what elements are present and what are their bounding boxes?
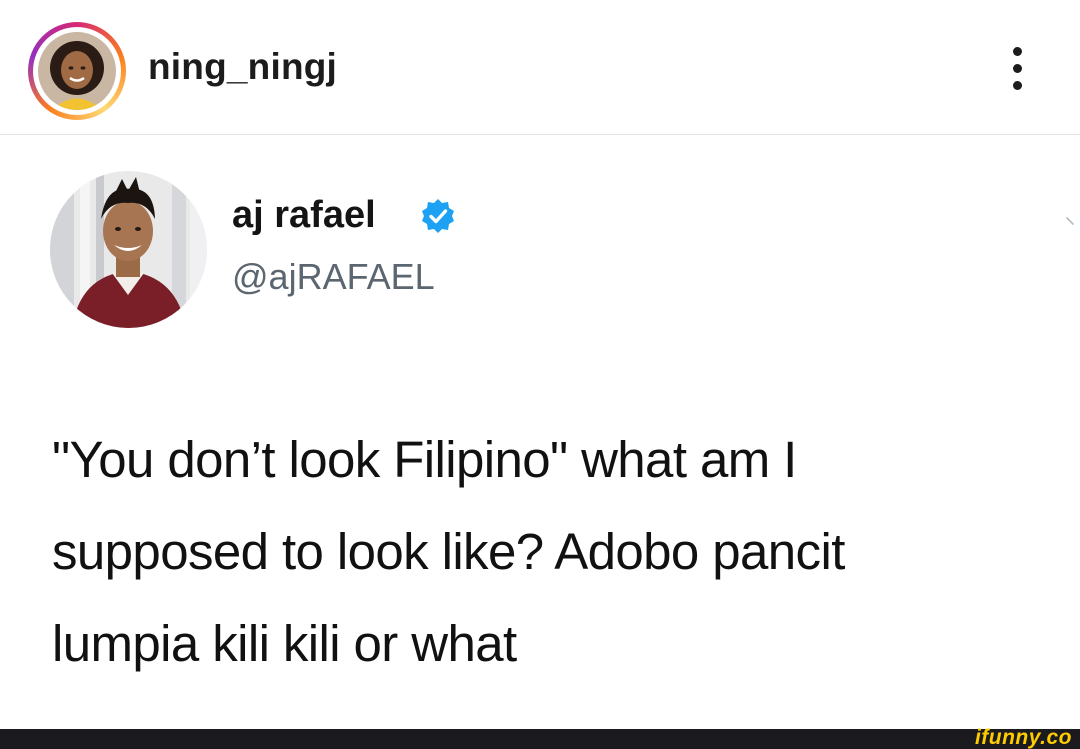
post-username[interactable]: ning_ningj: [148, 46, 337, 88]
more-vertical-icon[interactable]: [1004, 47, 1030, 95]
watermark-bar: ifunny.co: [0, 726, 1080, 749]
tweet-author-avatar: [50, 171, 207, 328]
instagram-post-header: ning_ningj: [0, 0, 1080, 135]
chevron-down-icon[interactable]: [1064, 214, 1078, 228]
ifunny-watermark: ifunny.co: [974, 726, 1072, 749]
tweet-text-line: "You don’t look Filipino" what am I: [52, 431, 797, 488]
profile-photo-icon: [38, 32, 116, 110]
tweet-text-line: supposed to look like? Adobo pancit: [52, 523, 845, 580]
story-avatar[interactable]: [28, 22, 126, 120]
tweet-display-name: aj rafael: [232, 194, 376, 236]
verified-badge-icon: [420, 198, 456, 234]
tweet-handle: @ajRAFAEL: [232, 256, 435, 297]
avatar-ring-gap: [33, 27, 121, 115]
tweet-text: "You don’t look Filipino" what am I supp…: [52, 414, 1062, 690]
tweet-text-line: lumpia kili kili or what: [52, 615, 517, 672]
